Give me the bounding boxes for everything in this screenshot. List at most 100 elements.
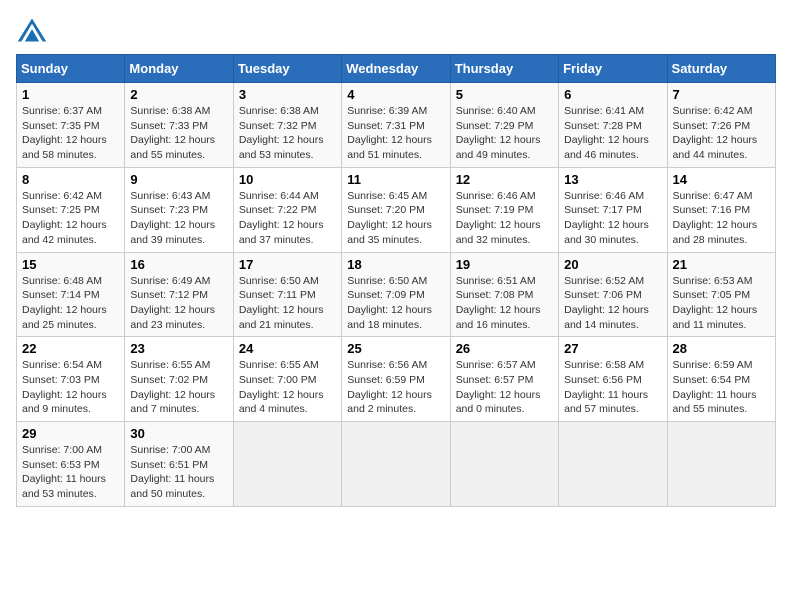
day-number: 29	[22, 426, 119, 441]
col-header-sunday: Sunday	[17, 55, 125, 83]
cell-detail: Sunrise: 6:46 AM Sunset: 7:17 PM Dayligh…	[564, 189, 661, 248]
calendar-cell: 6 Sunrise: 6:41 AM Sunset: 7:28 PM Daylig…	[559, 83, 667, 168]
calendar-cell: 13 Sunrise: 6:46 AM Sunset: 7:17 PM Dayli…	[559, 167, 667, 252]
day-number: 12	[456, 172, 553, 187]
cell-detail: Sunrise: 6:59 AM Sunset: 6:54 PM Dayligh…	[673, 358, 770, 417]
day-number: 30	[130, 426, 227, 441]
cell-detail: Sunrise: 6:48 AM Sunset: 7:14 PM Dayligh…	[22, 274, 119, 333]
day-number: 3	[239, 87, 336, 102]
cell-detail: Sunrise: 6:50 AM Sunset: 7:09 PM Dayligh…	[347, 274, 444, 333]
day-number: 23	[130, 341, 227, 356]
calendar-cell: 27 Sunrise: 6:58 AM Sunset: 6:56 PM Dayli…	[559, 337, 667, 422]
day-number: 16	[130, 257, 227, 272]
cell-detail: Sunrise: 6:53 AM Sunset: 7:05 PM Dayligh…	[673, 274, 770, 333]
calendar-cell: 24 Sunrise: 6:55 AM Sunset: 7:00 PM Dayli…	[233, 337, 341, 422]
calendar-cell: 17 Sunrise: 6:50 AM Sunset: 7:11 PM Dayli…	[233, 252, 341, 337]
cell-detail: Sunrise: 6:55 AM Sunset: 7:02 PM Dayligh…	[130, 358, 227, 417]
cell-detail: Sunrise: 7:00 AM Sunset: 6:53 PM Dayligh…	[22, 443, 119, 502]
cell-detail: Sunrise: 6:55 AM Sunset: 7:00 PM Dayligh…	[239, 358, 336, 417]
cell-detail: Sunrise: 6:38 AM Sunset: 7:32 PM Dayligh…	[239, 104, 336, 163]
calendar-cell: 8 Sunrise: 6:42 AM Sunset: 7:25 PM Daylig…	[17, 167, 125, 252]
col-header-tuesday: Tuesday	[233, 55, 341, 83]
calendar-cell: 20 Sunrise: 6:52 AM Sunset: 7:06 PM Dayli…	[559, 252, 667, 337]
calendar-cell: 28 Sunrise: 6:59 AM Sunset: 6:54 PM Dayli…	[667, 337, 775, 422]
header-row: SundayMondayTuesdayWednesdayThursdayFrid…	[17, 55, 776, 83]
col-header-thursday: Thursday	[450, 55, 558, 83]
page-header	[16, 16, 776, 44]
calendar-cell	[450, 422, 558, 507]
day-number: 19	[456, 257, 553, 272]
cell-detail: Sunrise: 6:45 AM Sunset: 7:20 PM Dayligh…	[347, 189, 444, 248]
calendar-cell: 25Sunrise: 6:56 AM Sunset: 6:59 PM Dayli…	[342, 337, 450, 422]
day-number: 7	[673, 87, 770, 102]
day-number: 22	[22, 341, 119, 356]
cell-detail: Sunrise: 6:42 AM Sunset: 7:25 PM Dayligh…	[22, 189, 119, 248]
calendar-cell	[559, 422, 667, 507]
day-number: 14	[673, 172, 770, 187]
calendar-cell: 11 Sunrise: 6:45 AM Sunset: 7:20 PM Dayli…	[342, 167, 450, 252]
day-number: 6	[564, 87, 661, 102]
cell-detail: Sunrise: 6:50 AM Sunset: 7:11 PM Dayligh…	[239, 274, 336, 333]
cell-detail: Sunrise: 7:00 AM Sunset: 6:51 PM Dayligh…	[130, 443, 227, 502]
col-header-wednesday: Wednesday	[342, 55, 450, 83]
day-number: 4	[347, 87, 444, 102]
calendar-cell: 12 Sunrise: 6:46 AM Sunset: 7:19 PM Dayli…	[450, 167, 558, 252]
day-number: 11	[347, 172, 444, 187]
calendar-cell	[342, 422, 450, 507]
calendar-cell: 14 Sunrise: 6:47 AM Sunset: 7:16 PM Dayli…	[667, 167, 775, 252]
cell-detail: Sunrise: 6:52 AM Sunset: 7:06 PM Dayligh…	[564, 274, 661, 333]
day-number: 26	[456, 341, 553, 356]
calendar-cell: 4 Sunrise: 6:39 AM Sunset: 7:31 PM Daylig…	[342, 83, 450, 168]
cell-detail: Sunrise: 6:41 AM Sunset: 7:28 PM Dayligh…	[564, 104, 661, 163]
calendar-cell: 2Sunrise: 6:38 AM Sunset: 7:33 PM Daylig…	[125, 83, 233, 168]
day-number: 24	[239, 341, 336, 356]
calendar-cell: 22Sunrise: 6:54 AM Sunset: 7:03 PM Dayli…	[17, 337, 125, 422]
calendar-row-2: 15 Sunrise: 6:48 AM Sunset: 7:14 PM Dayli…	[17, 252, 776, 337]
cell-detail: Sunrise: 6:47 AM Sunset: 7:16 PM Dayligh…	[673, 189, 770, 248]
day-number: 25	[347, 341, 444, 356]
day-number: 1	[22, 87, 119, 102]
day-number: 27	[564, 341, 661, 356]
cell-detail: Sunrise: 6:39 AM Sunset: 7:31 PM Dayligh…	[347, 104, 444, 163]
day-number: 21	[673, 257, 770, 272]
cell-detail: Sunrise: 6:51 AM Sunset: 7:08 PM Dayligh…	[456, 274, 553, 333]
cell-detail: Sunrise: 6:37 AM Sunset: 7:35 PM Dayligh…	[22, 104, 119, 163]
day-number: 20	[564, 257, 661, 272]
col-header-monday: Monday	[125, 55, 233, 83]
cell-detail: Sunrise: 6:44 AM Sunset: 7:22 PM Dayligh…	[239, 189, 336, 248]
calendar-cell: 19 Sunrise: 6:51 AM Sunset: 7:08 PM Dayli…	[450, 252, 558, 337]
calendar-cell	[667, 422, 775, 507]
calendar-cell: 30 Sunrise: 7:00 AM Sunset: 6:51 PM Dayli…	[125, 422, 233, 507]
calendar-row-1: 8 Sunrise: 6:42 AM Sunset: 7:25 PM Daylig…	[17, 167, 776, 252]
logo-icon	[16, 16, 48, 44]
calendar-cell: 7 Sunrise: 6:42 AM Sunset: 7:26 PM Daylig…	[667, 83, 775, 168]
calendar-cell: 10 Sunrise: 6:44 AM Sunset: 7:22 PM Dayli…	[233, 167, 341, 252]
day-number: 18	[347, 257, 444, 272]
cell-detail: Sunrise: 6:38 AM Sunset: 7:33 PM Dayligh…	[130, 104, 227, 163]
day-number: 28	[673, 341, 770, 356]
day-number: 17	[239, 257, 336, 272]
day-number: 8	[22, 172, 119, 187]
day-number: 10	[239, 172, 336, 187]
calendar-cell: 1 Sunrise: 6:37 AM Sunset: 7:35 PM Daylig…	[17, 83, 125, 168]
calendar-row-3: 22Sunrise: 6:54 AM Sunset: 7:03 PM Dayli…	[17, 337, 776, 422]
calendar-cell: 18 Sunrise: 6:50 AM Sunset: 7:09 PM Dayli…	[342, 252, 450, 337]
calendar-row-4: 29 Sunrise: 7:00 AM Sunset: 6:53 PM Dayli…	[17, 422, 776, 507]
calendar-row-0: 1 Sunrise: 6:37 AM Sunset: 7:35 PM Daylig…	[17, 83, 776, 168]
cell-detail: Sunrise: 6:58 AM Sunset: 6:56 PM Dayligh…	[564, 358, 661, 417]
day-number: 15	[22, 257, 119, 272]
cell-detail: Sunrise: 6:42 AM Sunset: 7:26 PM Dayligh…	[673, 104, 770, 163]
day-number: 13	[564, 172, 661, 187]
cell-detail: Sunrise: 6:40 AM Sunset: 7:29 PM Dayligh…	[456, 104, 553, 163]
calendar-cell: 5 Sunrise: 6:40 AM Sunset: 7:29 PM Daylig…	[450, 83, 558, 168]
cell-detail: Sunrise: 6:43 AM Sunset: 7:23 PM Dayligh…	[130, 189, 227, 248]
calendar-cell: 3 Sunrise: 6:38 AM Sunset: 7:32 PM Daylig…	[233, 83, 341, 168]
calendar-cell: 21 Sunrise: 6:53 AM Sunset: 7:05 PM Dayli…	[667, 252, 775, 337]
col-header-saturday: Saturday	[667, 55, 775, 83]
day-number: 5	[456, 87, 553, 102]
calendar-cell: 29 Sunrise: 7:00 AM Sunset: 6:53 PM Dayli…	[17, 422, 125, 507]
calendar-cell	[233, 422, 341, 507]
calendar-cell: 26Sunrise: 6:57 AM Sunset: 6:57 PM Dayli…	[450, 337, 558, 422]
cell-detail: Sunrise: 6:46 AM Sunset: 7:19 PM Dayligh…	[456, 189, 553, 248]
day-number: 9	[130, 172, 227, 187]
